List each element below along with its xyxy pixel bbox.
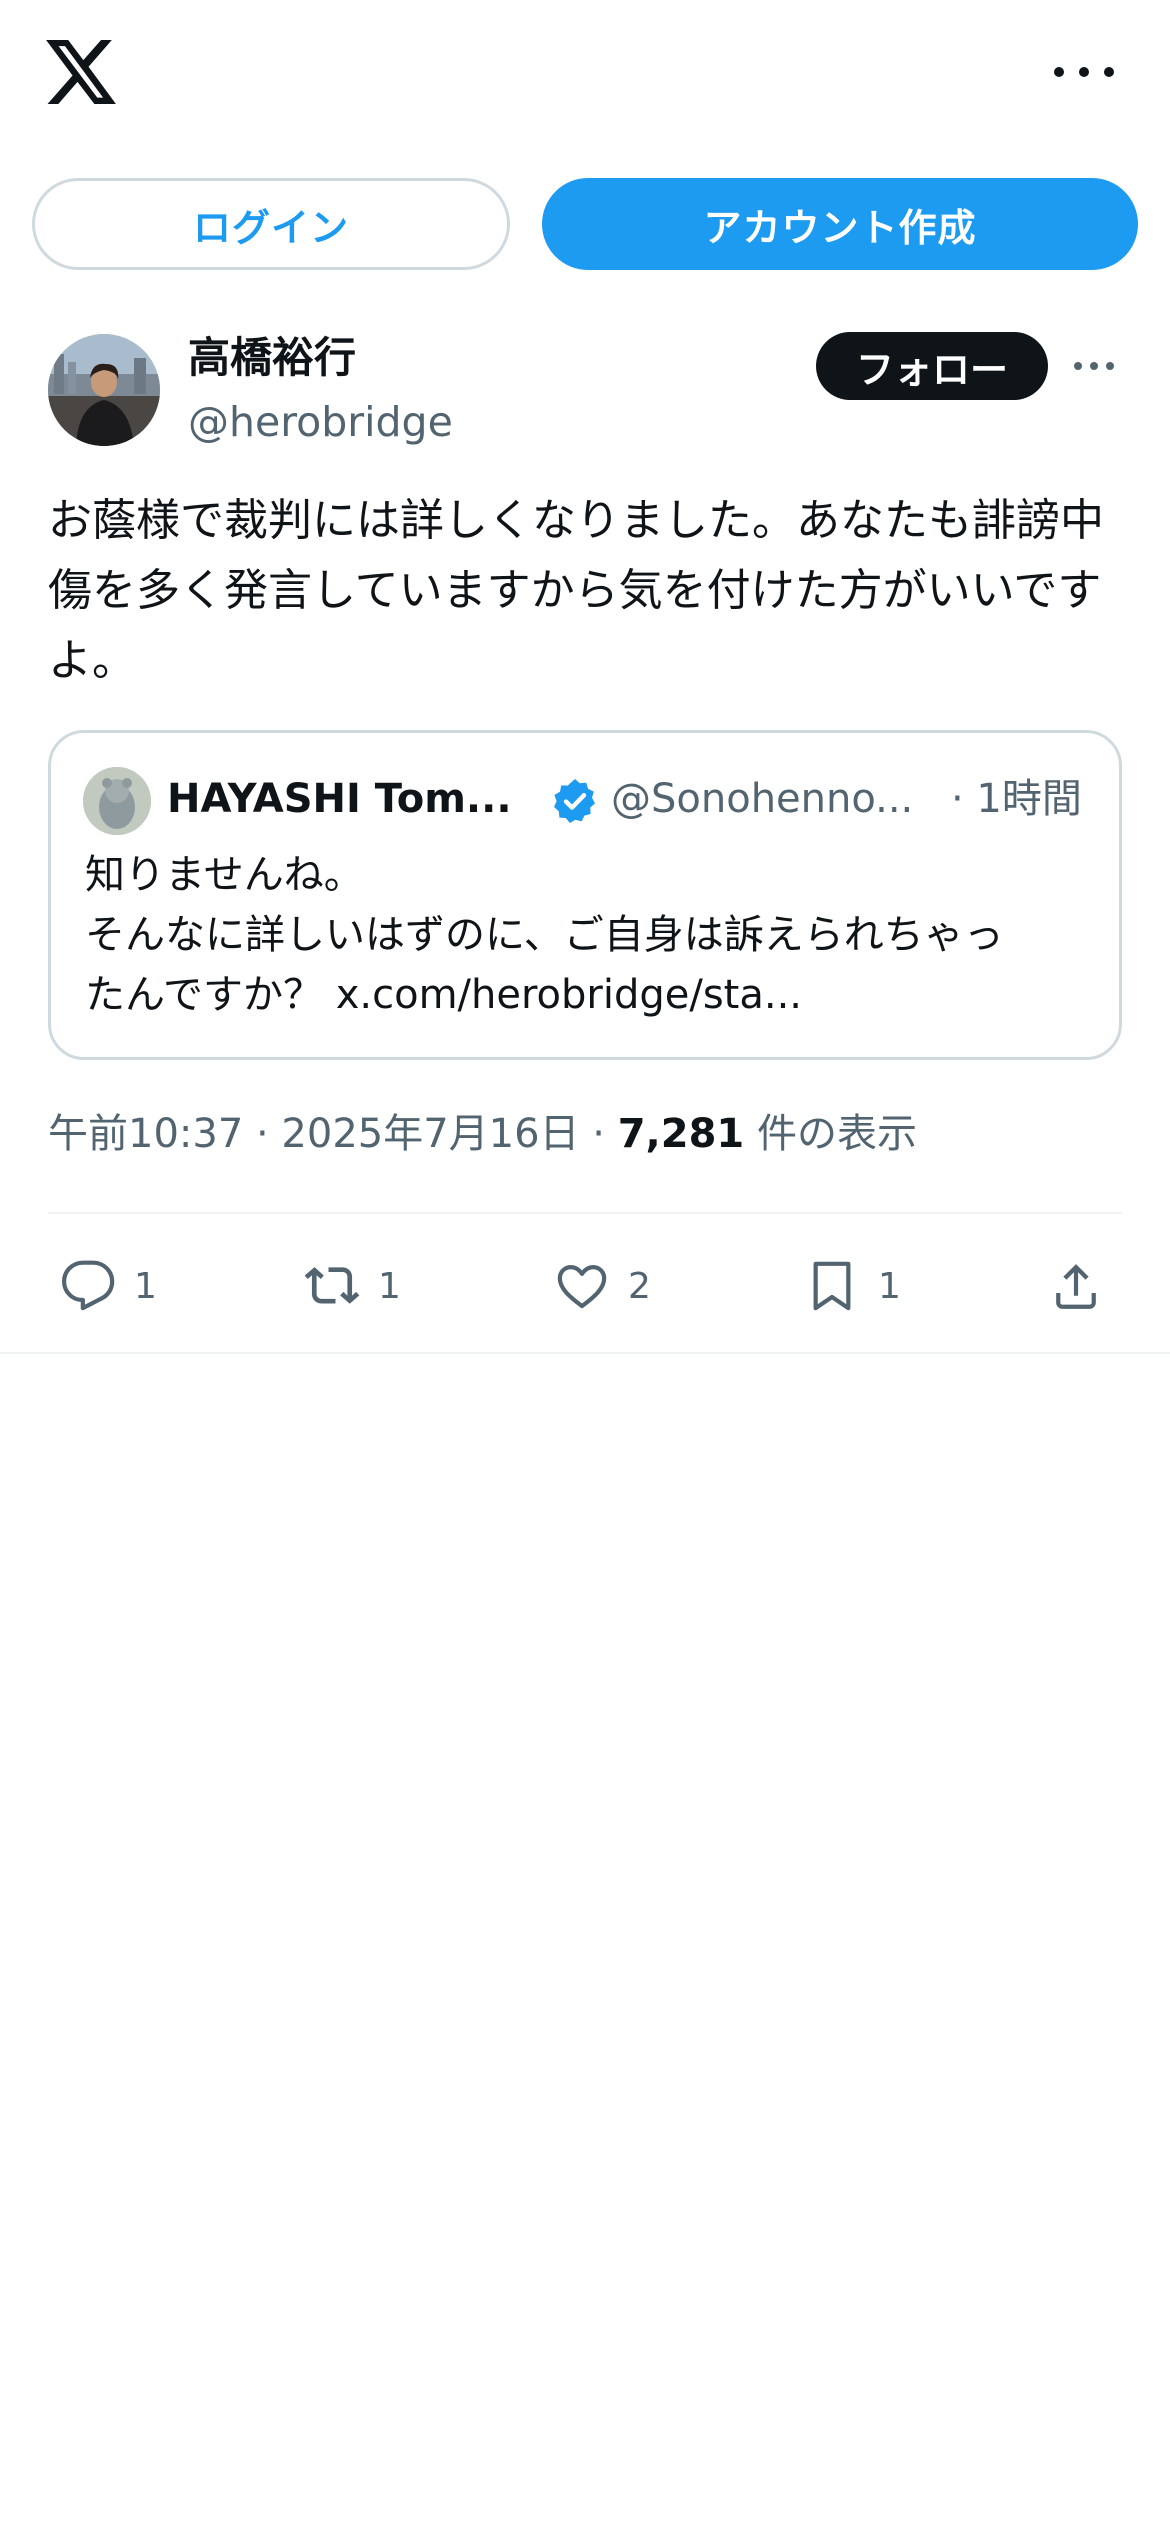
signup-button[interactable]: アカウント作成 [542, 178, 1138, 270]
views-label: 件の表示 [744, 1111, 917, 1157]
action-bar: 1 1 2 1 [48, 1250, 1122, 1322]
tweet-text: お蔭様で裁判には詳しくなりました。あなたも誹謗中傷を多く発言していますから気を付… [48, 495, 1104, 686]
reply-icon [61, 1260, 115, 1311]
bookmark-icon [813, 1261, 851, 1311]
reply-count: 1 [134, 1265, 157, 1307]
like-count: 2 [628, 1265, 651, 1307]
like-button[interactable]: 2 [554, 1250, 651, 1322]
quote-author-name: HAYASHI Tom... [167, 776, 512, 822]
retweet-icon [304, 1267, 360, 1304]
bookmark-count: 1 [878, 1265, 901, 1307]
quote-text: 知りませんね。 そんなに詳しいはずのに、ご自身は訴えられちゃっ たんですか？ x… [85, 845, 1085, 1025]
quoted-tweet-card[interactable]: HAYASHI Tom... @Sonohenno... · 1時間 知りません… [48, 730, 1122, 1060]
divider [48, 1212, 1122, 1214]
follow-button[interactable]: フォロー [816, 332, 1048, 400]
quote-author-avatar [83, 767, 151, 835]
tweet-more-icon[interactable] [1074, 362, 1114, 372]
retweet-count: 1 [378, 1265, 401, 1307]
divider [0, 1352, 1170, 1354]
tweet-timestamp[interactable]: 午前10:37 · 2025年7月16日 · [48, 1111, 618, 1157]
retweet-button[interactable]: 1 [304, 1250, 401, 1322]
author-avatar[interactable] [48, 334, 160, 446]
quote-time: · 1時間 [951, 776, 1082, 822]
more-horizontal-icon[interactable] [1054, 58, 1114, 86]
login-button[interactable]: ログイン [32, 178, 510, 270]
quote-text-line: そんなに詳しいはずのに、ご自身は訴えられちゃっ [85, 912, 1004, 958]
author-name[interactable]: 高橋裕行 [188, 330, 453, 386]
share-button[interactable] [1048, 1250, 1104, 1322]
tweet-meta: 午前10:37 · 2025年7月16日 · 7,281 件の表示 [48, 1104, 917, 1164]
quote-text-line: たんですか？ x.com/herobridge/sta... [85, 972, 803, 1018]
author-handle[interactable]: @herobridge [188, 394, 453, 450]
author-info: 高橋裕行 @herobridge [188, 330, 453, 450]
verified-badge-icon [551, 777, 599, 825]
top-bar [0, 0, 1170, 150]
heart-icon [557, 1265, 607, 1309]
quote-author-handle: @Sonohenno... [611, 776, 914, 822]
auth-buttons: ログイン アカウント作成 [32, 178, 1138, 270]
bookmark-button[interactable]: 1 [804, 1250, 901, 1322]
x-logo-icon[interactable] [46, 40, 116, 104]
quote-text-line: 知りませんね。 [85, 852, 364, 898]
share-icon [1056, 1264, 1096, 1309]
views-count[interactable]: 7,281 [618, 1111, 745, 1157]
reply-button[interactable]: 1 [60, 1250, 157, 1322]
